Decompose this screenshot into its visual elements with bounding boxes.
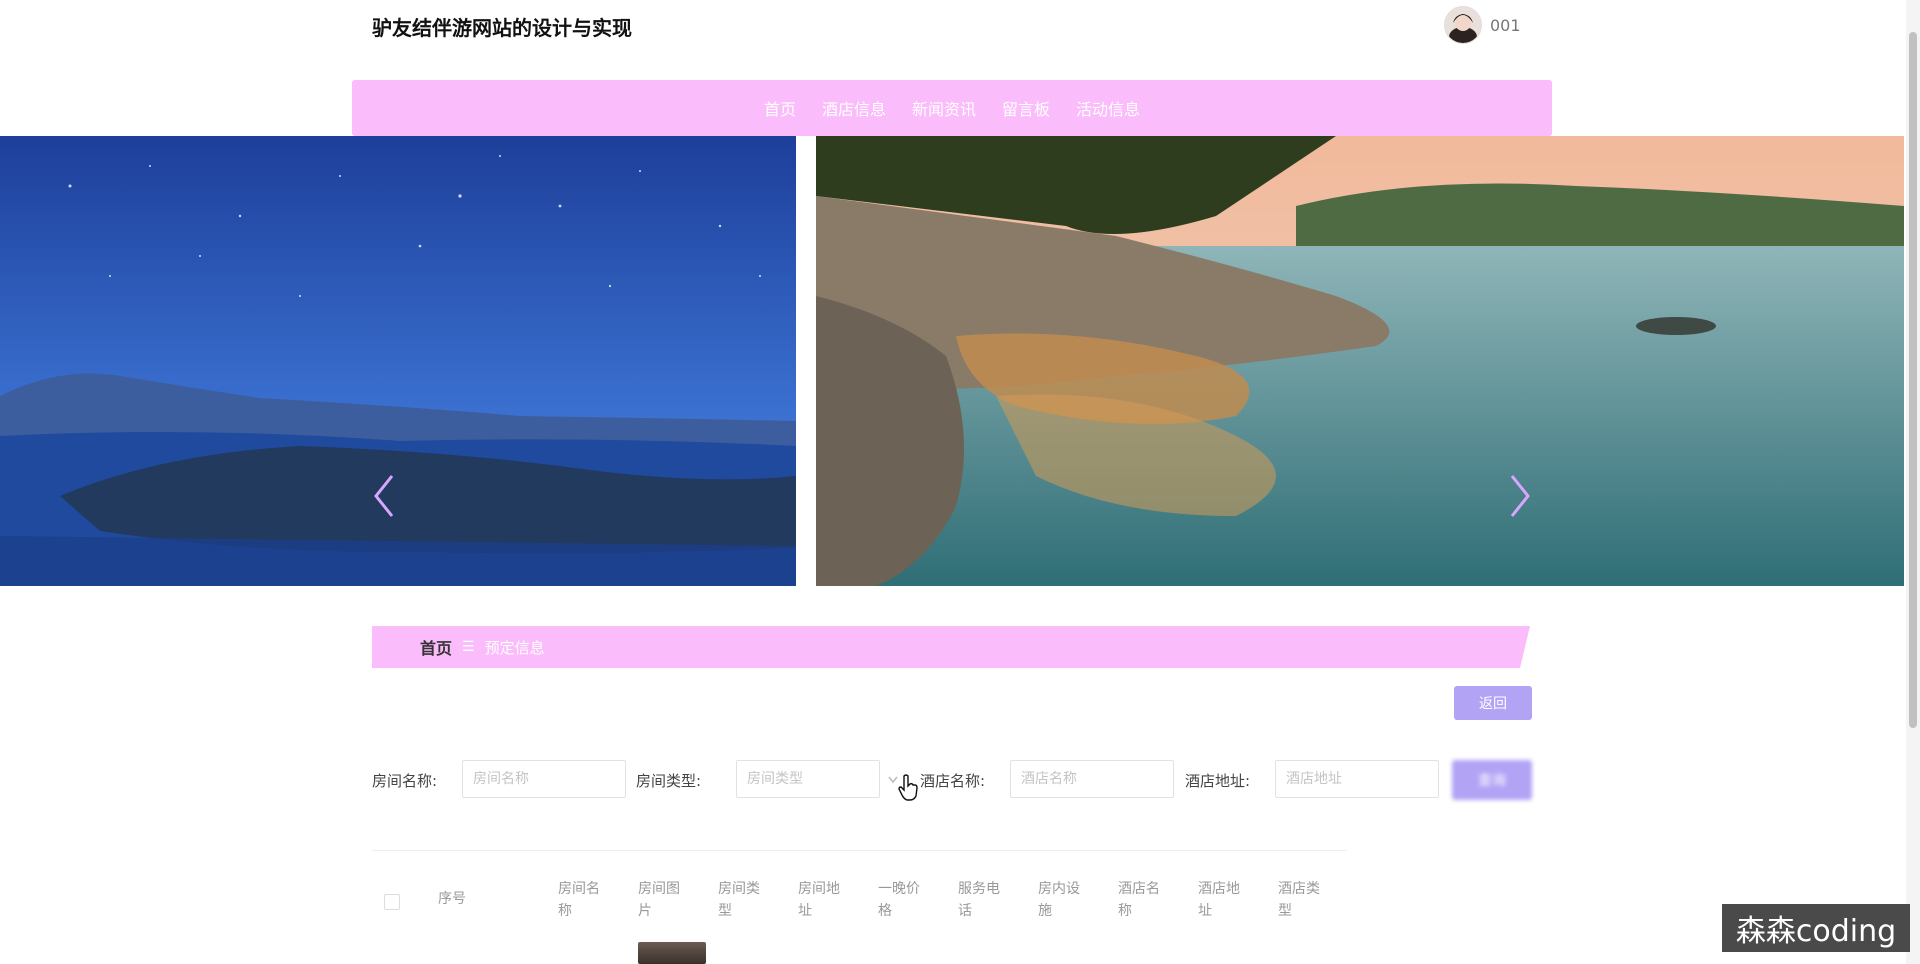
banner-carousel[interactable]	[0, 136, 1920, 586]
username[interactable]: 001	[1490, 16, 1521, 35]
top-bar: 驴友结伴游网站的设计与实现 001	[0, 0, 1920, 80]
back-button[interactable]: 返回	[1454, 686, 1532, 720]
column-header-index: 序号	[438, 891, 466, 907]
column-header-hotel-type: 酒店类型	[1278, 881, 1320, 919]
breadcrumb-home[interactable]: 首页	[420, 635, 452, 659]
main-nav: 首页 酒店信息 新闻资讯 留言板 活动信息	[352, 80, 1552, 136]
room-type-label: 房间类型:	[636, 772, 702, 790]
scrollbar-thumb[interactable]	[1909, 32, 1917, 728]
column-header-room-facilities: 房内设施	[1038, 881, 1080, 919]
column-header-room-name: 房间名称	[558, 881, 600, 919]
room-name-input[interactable]	[462, 760, 626, 798]
hotel-address-label: 酒店地址:	[1185, 772, 1251, 790]
hotel-name-label: 酒店名称:	[920, 772, 986, 790]
table-header: 序号 房间名称 房间图片 房间类型 房间地址 一晚价格 服务电话 房内设施 酒店…	[372, 870, 1532, 930]
column-header-hotel-address: 酒店地址	[1198, 881, 1240, 919]
column-header-room-address: 房间地址	[798, 881, 840, 919]
column-header-nightly-price: 一晚价格	[878, 881, 920, 919]
room-image-thumbnail[interactable]	[638, 942, 706, 964]
carousel-next-arrow[interactable]	[1500, 466, 1540, 526]
avatar[interactable]	[1444, 6, 1482, 44]
breadcrumb: 首页 ☰ 预定信息	[372, 626, 1530, 668]
column-header-service-phone: 服务电话	[958, 881, 1000, 919]
table-divider	[372, 850, 1347, 851]
select-all-checkbox[interactable]	[384, 894, 400, 910]
column-header-hotel-name: 酒店名称	[1118, 881, 1160, 919]
carousel-prev-arrow[interactable]	[364, 466, 404, 526]
nav-item-home[interactable]: 首页	[760, 96, 800, 120]
carousel-slide-rocky-shore	[816, 136, 1904, 586]
site-title: 驴友结伴游网站的设计与实现	[372, 16, 632, 40]
search-button[interactable]: 查询	[1452, 760, 1532, 800]
room-name-label: 房间名称:	[372, 772, 438, 790]
breadcrumb-background	[372, 626, 1530, 668]
hotel-name-input[interactable]	[1010, 760, 1174, 798]
column-header-room-type: 房间类型	[718, 881, 760, 919]
page-scrollbar[interactable]	[1906, 0, 1920, 964]
nav-item-message-board[interactable]: 留言板	[998, 96, 1054, 120]
nav-item-news[interactable]: 新闻资讯	[908, 96, 980, 120]
column-header-room-image: 房间图片	[638, 881, 680, 919]
watermark: 森森coding	[1722, 904, 1910, 952]
user-menu[interactable]: 001	[1444, 6, 1521, 44]
breadcrumb-current: 预定信息	[484, 638, 545, 657]
nav-item-activity-info[interactable]: 活动信息	[1072, 96, 1144, 120]
hand-cursor-icon	[898, 774, 918, 801]
breadcrumb-separator-icon: ☰	[462, 639, 475, 655]
room-type-select[interactable]	[736, 760, 880, 798]
nav-item-hotel-info[interactable]: 酒店信息	[818, 96, 890, 120]
hotel-address-input[interactable]	[1275, 760, 1439, 798]
